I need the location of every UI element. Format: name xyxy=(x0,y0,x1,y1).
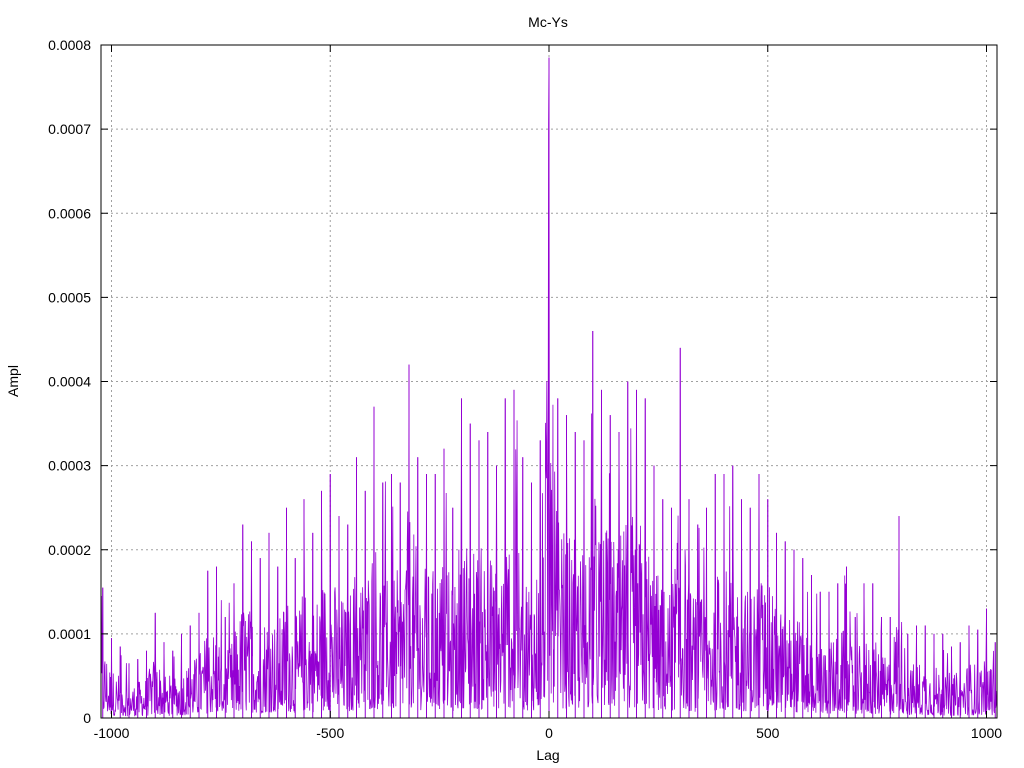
x-tick-label: -500 xyxy=(316,725,344,741)
y-tick-label: 0.0003 xyxy=(48,458,91,474)
y-tick-label: 0.0004 xyxy=(48,374,91,390)
y-tick-label: 0.0007 xyxy=(48,121,91,137)
y-axis-label: Ampl xyxy=(5,365,21,397)
y-tick-label: 0.0001 xyxy=(48,626,91,642)
chart-title: Mc-Ys xyxy=(528,14,568,30)
x-tick-label: -1000 xyxy=(94,725,130,741)
x-tick-label: 500 xyxy=(756,725,780,741)
y-tick-label: 0 xyxy=(83,710,91,726)
chart: 0 0.0001 0.0002 0.0003 0.0004 0.0005 0.0006 0.0… xyxy=(0,0,1024,768)
x-tick-label: 0 xyxy=(545,725,553,741)
x-axis-label: Lag xyxy=(536,747,559,763)
y-tick-label: 0.0002 xyxy=(48,542,91,558)
y-tick-label: 0.0006 xyxy=(48,205,91,221)
x-tick-label: 1000 xyxy=(971,725,1002,741)
y-tick-label: 0.0008 xyxy=(48,37,91,53)
y-tick-label: 0.0005 xyxy=(48,289,91,305)
